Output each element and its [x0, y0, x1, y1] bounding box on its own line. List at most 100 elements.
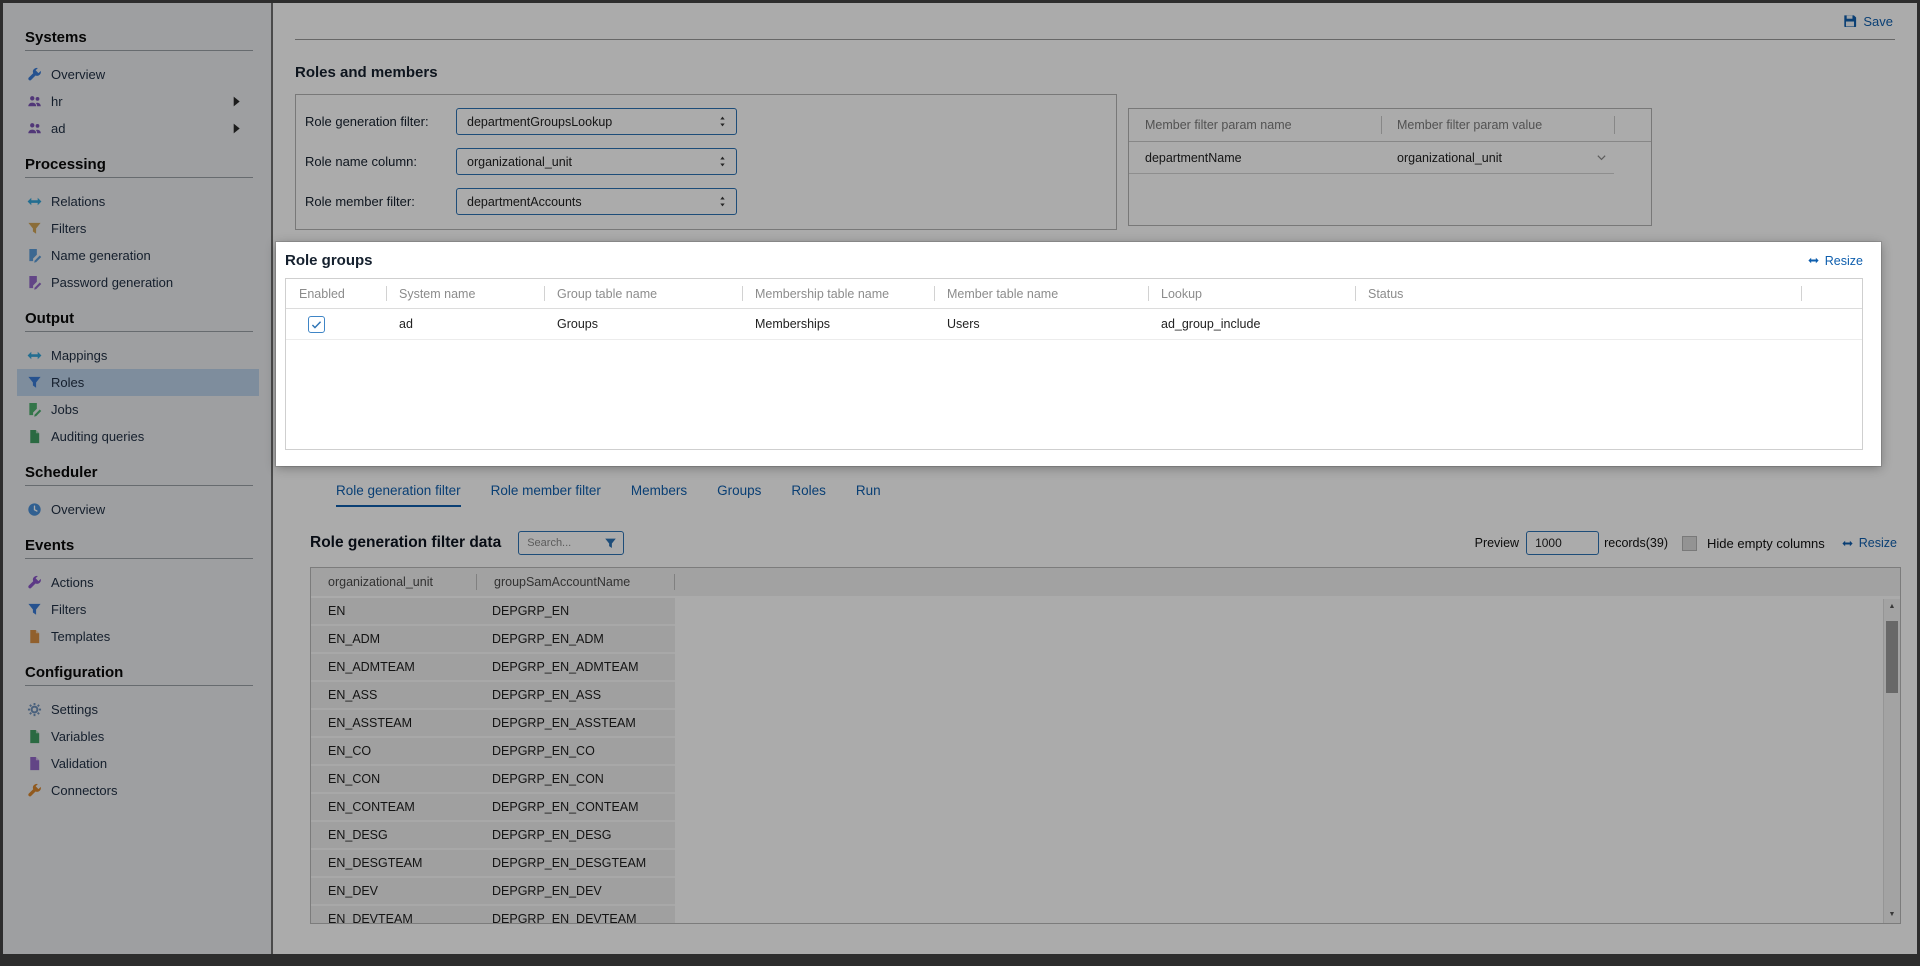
role-groups-resize-link[interactable]: Resize [1807, 254, 1863, 268]
role-group-cell: Groups [557, 317, 598, 331]
tab-run[interactable]: Run [856, 483, 881, 507]
tab-members[interactable]: Members [631, 483, 687, 507]
sidebar-item-scheduler-overview[interactable]: Overview [17, 496, 259, 523]
select-spinner-icon [717, 115, 728, 128]
table-cell: DEPGRP_EN_DESG [492, 828, 612, 842]
sidebar-item-processing-relations[interactable]: Relations [17, 188, 259, 215]
sidebar-item-events-filters[interactable]: Filters [17, 596, 259, 623]
resize-label: Resize [1824, 253, 1863, 268]
tab-roles[interactable]: Roles [791, 483, 826, 507]
search-box[interactable] [518, 531, 625, 555]
sidebar-item-output-mappings[interactable]: Mappings [17, 342, 259, 369]
sidebar-item-systems-overview[interactable]: Overview [17, 61, 259, 88]
select-spinner-icon [717, 195, 728, 208]
role-member-filter-select[interactable]: departmentAccounts [456, 188, 737, 215]
sidebar-item-output-roles[interactable]: Roles [17, 369, 259, 396]
chevron-right-icon[interactable] [229, 94, 244, 109]
table-row[interactable]: EN_ASS DEPGRP_EN_ASS [311, 682, 675, 710]
table-row[interactable]: EN_CONTEAM DEPGRP_EN_CONTEAM [311, 794, 675, 822]
role-group-cell: Users [947, 317, 980, 331]
role-group-enabled-checkbox[interactable] [308, 315, 325, 333]
tab-groups[interactable]: Groups [717, 483, 761, 507]
sidebar-item-output-auditing-queries[interactable]: Auditing queries [17, 423, 259, 450]
sidebar-item-systems-ad[interactable]: ad [17, 115, 259, 142]
role-groups-header: Role groups Resize [285, 252, 1863, 269]
records-count: records(39) [1604, 536, 1668, 550]
doc-edit-icon [27, 275, 42, 290]
wrench-icon [27, 575, 42, 590]
field-label-role-member-filter: Role member filter: [305, 194, 415, 209]
table-cell: EN_DESGTEAM [328, 856, 423, 870]
param-value-dropdown[interactable]: organizational_unit [1381, 142, 1614, 174]
table-row[interactable]: EN DEPGRP_EN [311, 598, 675, 626]
hide-empty-columns-label: Hide empty columns [1707, 535, 1825, 551]
table-row[interactable]: EN_CON DEPGRP_EN_CON [311, 766, 675, 794]
funnel-icon [27, 221, 42, 236]
table-row[interactable]: EN_ADMTEAM DEPGRP_EN_ADMTEAM [311, 654, 675, 682]
sidebar-section-rule [25, 331, 253, 332]
sidebar-item-processing-filters[interactable]: Filters [17, 215, 259, 242]
tab-role-generation-filter[interactable]: Role generation filter [336, 483, 461, 507]
sidebar-item-events-actions[interactable]: Actions [17, 569, 259, 596]
hide-empty-columns-checkbox[interactable] [1682, 535, 1697, 551]
sidebar-item-configuration-settings[interactable]: Settings [17, 696, 259, 723]
sidebar-item-processing-name-generation[interactable]: Name generation [17, 242, 259, 269]
sidebar-item-output-jobs[interactable]: Jobs [17, 396, 259, 423]
role-name-column-select[interactable]: organizational_unit [456, 148, 737, 175]
save-icon [1843, 14, 1857, 28]
save-button[interactable]: Save [1843, 14, 1893, 29]
scroll-up-button[interactable]: ▲ [1884, 599, 1900, 615]
search-input[interactable] [527, 537, 594, 549]
people-icon [27, 121, 42, 136]
table-cell: EN_CON [328, 772, 381, 786]
table-row[interactable]: EN_CO DEPGRP_EN_CO [311, 738, 675, 766]
column-header-status: Status [1355, 279, 1801, 308]
resize-label: Resize [1858, 536, 1897, 550]
sidebar-item-processing-password-generation[interactable]: Password generation [17, 269, 259, 296]
sidebar-section-title-scheduler: Scheduler [25, 464, 98, 481]
column-header-organizational-unit: organizational_unit [311, 568, 477, 596]
select-value: departmentAccounts [467, 194, 582, 209]
search-filter-icon [604, 537, 617, 550]
roles-members-form: Role generation filter: departmentGroupsL… [295, 94, 1117, 230]
wrench-icon [27, 783, 42, 798]
scrollbar-thumb[interactable] [1886, 621, 1898, 693]
chevron-right-icon[interactable] [229, 121, 244, 136]
table-row[interactable]: EN_DEVTEAM DEPGRP_EN_DEVTEAM [311, 906, 675, 923]
preview-count-input[interactable] [1526, 531, 1600, 555]
sidebar-item-configuration-connectors[interactable]: Connectors [17, 777, 259, 804]
param-name-cell: departmentName [1129, 142, 1381, 174]
detail-tabs: Role generation filter Role member filter… [336, 483, 1903, 507]
scroll-down-button[interactable]: ▼ [1884, 907, 1900, 923]
table-row[interactable]: EN_ADM DEPGRP_EN_ADM [311, 626, 675, 654]
funnel-icon [27, 375, 42, 390]
filter-data-table: organizational_unit groupSamAccountName E… [310, 567, 1901, 924]
vertical-scrollbar[interactable]: ▲ ▼ [1883, 599, 1900, 923]
role-group-row[interactable]: ad Groups Memberships Users ad_group_include [286, 309, 1862, 340]
tab-role-member-filter[interactable]: Role member filter [491, 483, 601, 507]
param-table-row[interactable]: departmentName organizational_unit [1129, 142, 1651, 174]
table-cell: DEPGRP_EN_ADMTEAM [492, 660, 639, 674]
role-generation-filter-select[interactable]: departmentGroupsLookup [456, 108, 737, 135]
arrows-icon [27, 348, 42, 363]
sidebar-item-systems-hr[interactable]: hr [17, 88, 259, 115]
filter-data-resize-link[interactable]: Resize [1841, 536, 1897, 550]
column-header-lookup: Lookup [1148, 279, 1355, 308]
table-cell: EN_DESG [328, 828, 388, 842]
sidebar-item-configuration-variables[interactable]: Variables [17, 723, 259, 750]
sidebar-section-title-events: Events [25, 537, 75, 554]
select-value: departmentGroupsLookup [467, 114, 613, 129]
sidebar-item-events-templates[interactable]: Templates [17, 623, 259, 650]
doc-edit-icon [27, 248, 42, 263]
table-row[interactable]: EN_DESG DEPGRP_EN_DESG [311, 822, 675, 850]
table-row[interactable]: EN_ASSTEAM DEPGRP_EN_ASSTEAM [311, 710, 675, 738]
doc-icon [27, 756, 42, 771]
table-cell: EN [328, 604, 346, 618]
table-row[interactable]: EN_DEV DEPGRP_EN_DEV [311, 878, 675, 906]
table-cell: DEPGRP_EN_ASSTEAM [492, 716, 636, 730]
form-row-role-member-filter: Role member filter: departmentAccounts [296, 188, 1116, 215]
column-header-group-table-name: Group table name [544, 279, 742, 308]
table-row[interactable]: EN_DESGTEAM DEPGRP_EN_DESGTEAM [311, 850, 675, 878]
sidebar-item-configuration-validation[interactable]: Validation [17, 750, 259, 777]
doc-edit-icon [27, 402, 42, 417]
